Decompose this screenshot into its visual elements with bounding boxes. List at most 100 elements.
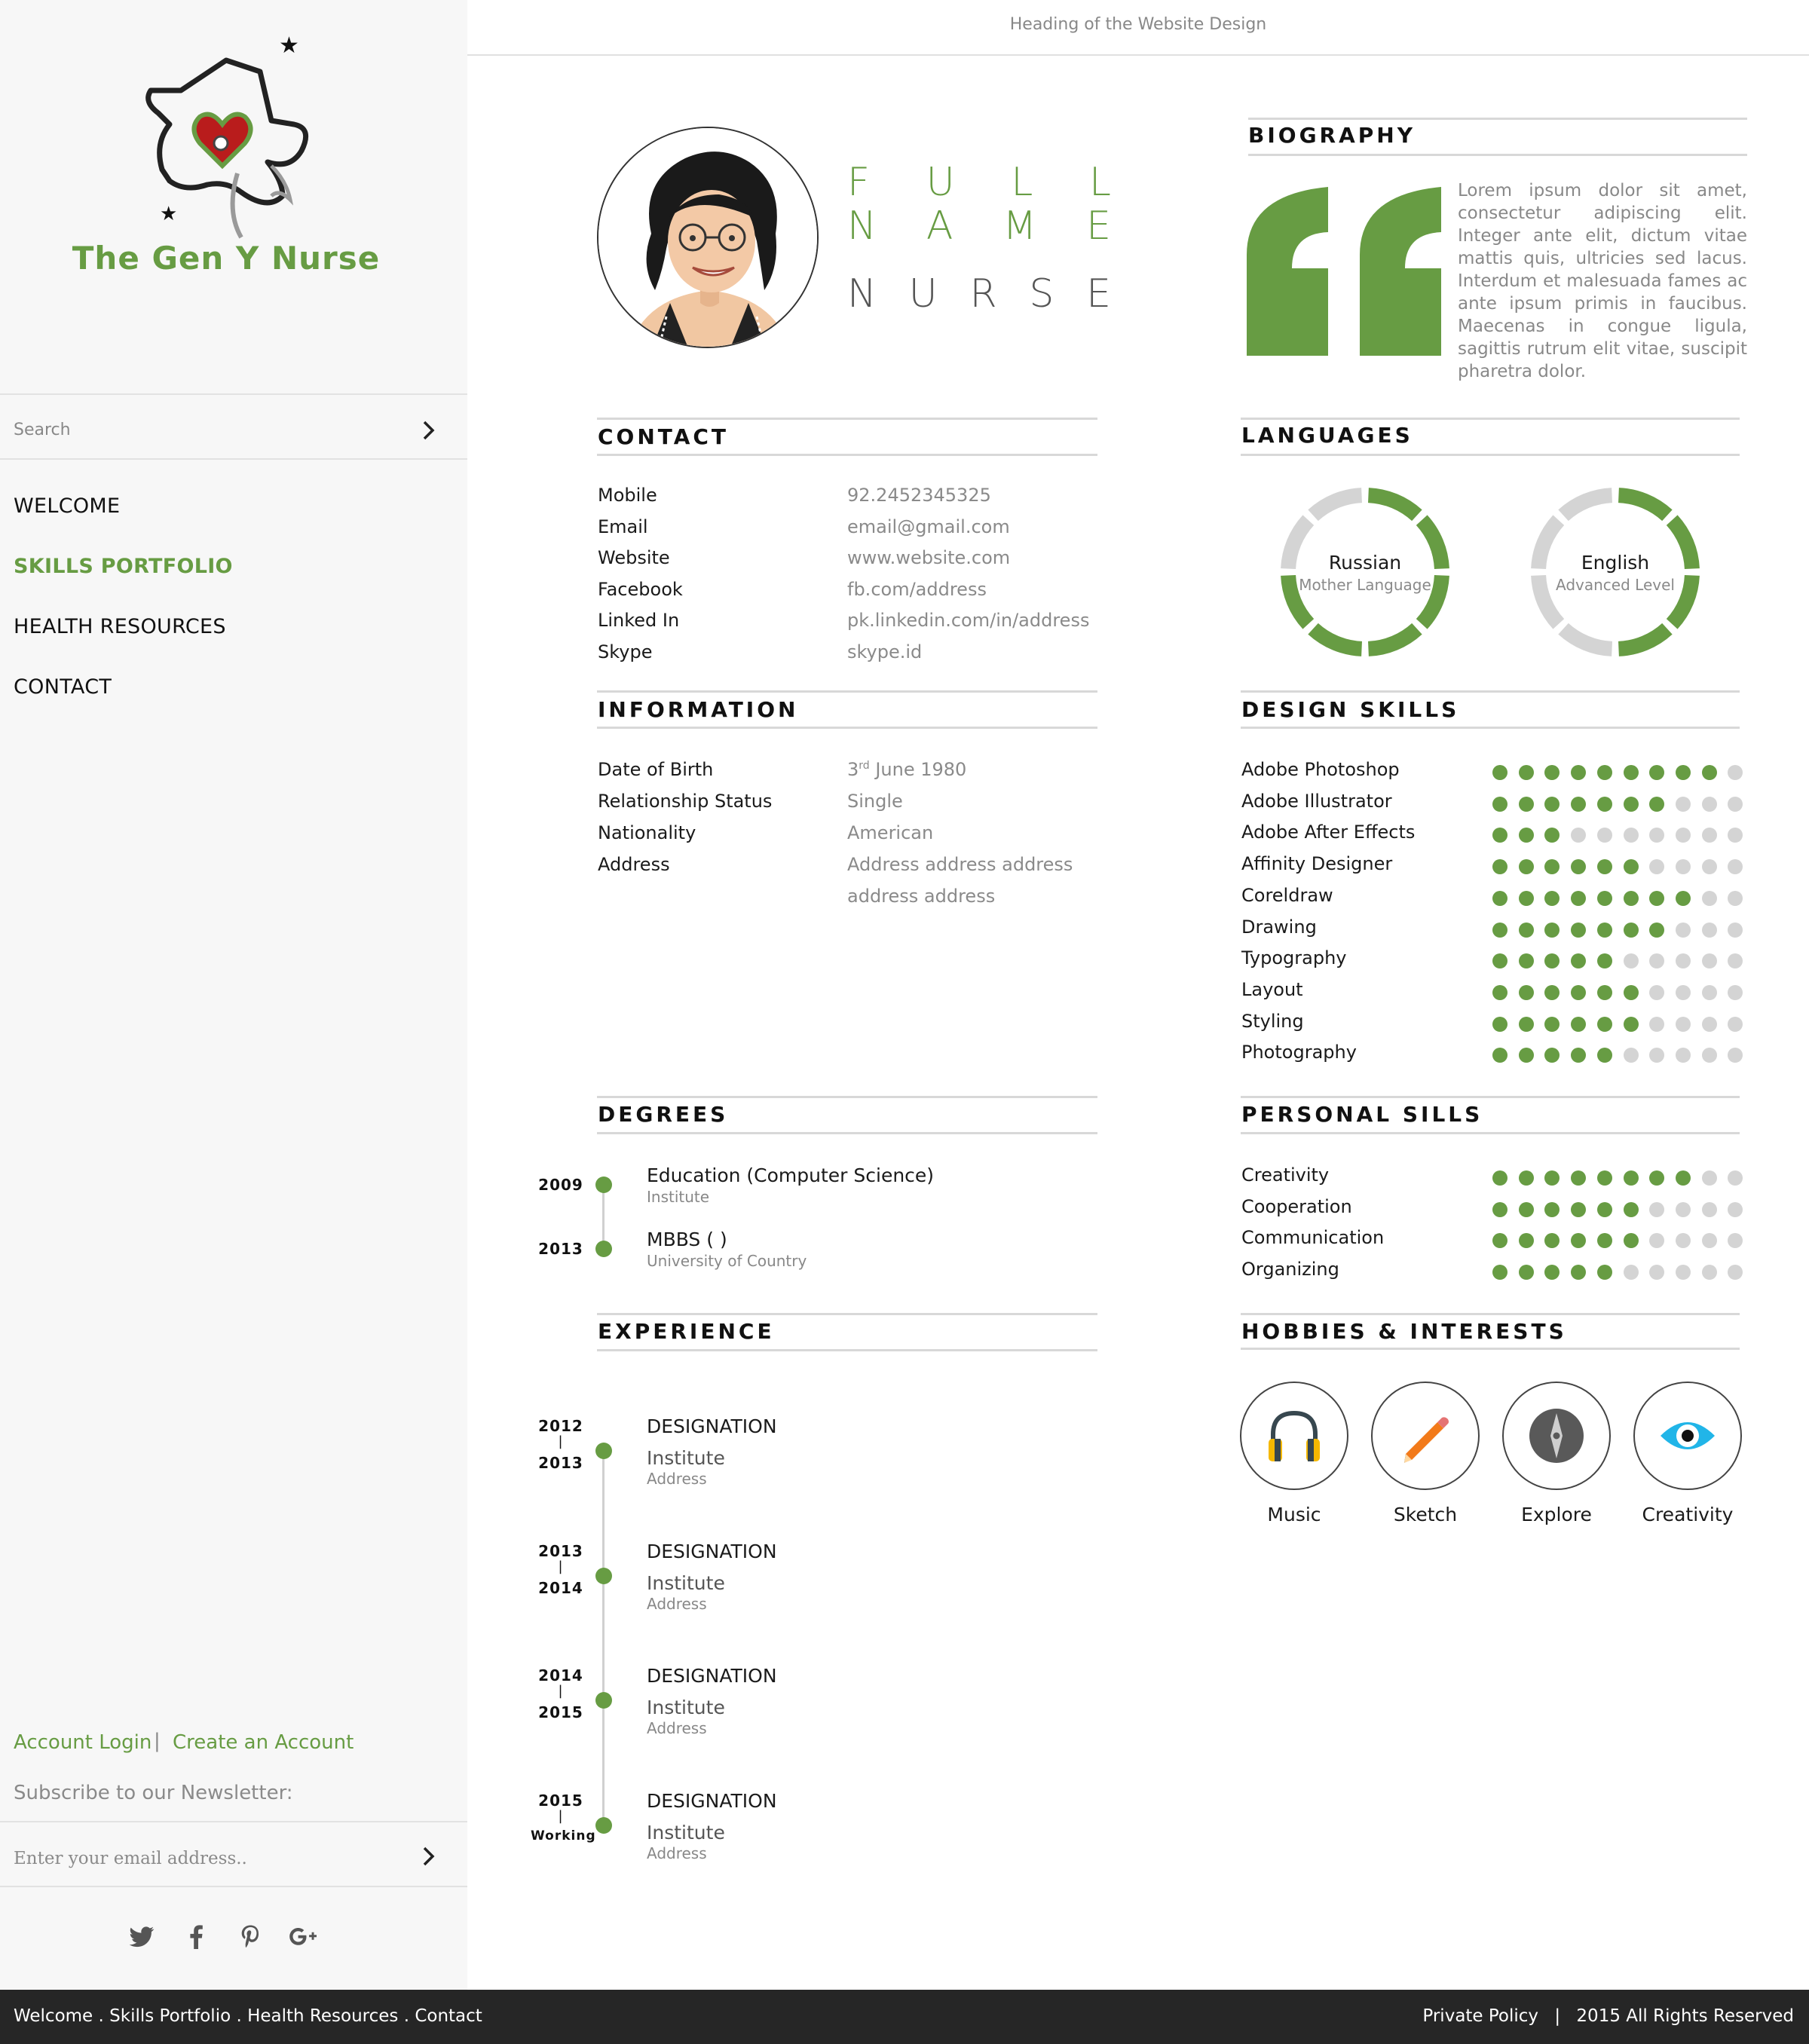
skill-name: Cooperation — [1241, 1195, 1352, 1217]
name-letter: A — [926, 203, 953, 249]
footer: Welcome . Skills Portfolio . Health Reso… — [0, 1990, 1809, 2044]
name-letter: U — [926, 160, 955, 205]
skill-dot — [1596, 1016, 1612, 1032]
skill-dot — [1518, 922, 1534, 938]
section-rule — [597, 1132, 1097, 1134]
stethoscope-heart-icon: ★ ★ — [145, 32, 309, 239]
skill-dot — [1544, 953, 1560, 969]
profile-avatar — [597, 127, 819, 348]
search-submit-chevron-icon[interactable] — [415, 416, 443, 445]
compass-icon[interactable] — [1502, 1382, 1611, 1490]
pinterest-icon[interactable] — [234, 1920, 267, 1954]
section-rule — [597, 454, 1097, 456]
footer-sep: . — [398, 2006, 415, 2026]
skill-dot — [1675, 953, 1691, 969]
account-login-link[interactable]: Account Login — [14, 1731, 152, 1754]
info-label: Relationship Status — [598, 791, 773, 812]
contact-value[interactable]: email@gmail.com — [847, 516, 1010, 537]
skill-name: Communication — [1241, 1227, 1385, 1249]
footer-sep: . — [231, 2006, 248, 2026]
skill-name: Photography — [1241, 1042, 1357, 1063]
eye-icon[interactable] — [1633, 1382, 1742, 1490]
experience-address: Address — [647, 1844, 707, 1862]
nav-item-contact[interactable]: CONTACT — [14, 675, 112, 699]
headphones-icon[interactable] — [1240, 1382, 1348, 1490]
skill-dot — [1701, 984, 1717, 1000]
skill-dot — [1571, 890, 1587, 906]
newsletter-email-input[interactable] — [14, 1837, 406, 1880]
search-input[interactable] — [14, 408, 406, 451]
experience-institute: Institute — [647, 1821, 725, 1844]
newsletter-submit-chevron-icon[interactable] — [415, 1842, 443, 1871]
skill-dot — [1728, 953, 1743, 969]
footer-links: Welcome . Skills Portfolio . Health Reso… — [14, 2006, 482, 2026]
facebook-icon[interactable] — [179, 1920, 213, 1954]
footer-link-health-resources[interactable]: Health Resources — [247, 2006, 398, 2026]
skill-dot — [1518, 828, 1534, 843]
nav-item-health-resources[interactable]: HEALTH RESOURCES — [14, 615, 226, 638]
skill-dot — [1518, 765, 1534, 780]
privacy-policy-link[interactable]: Private Policy — [1422, 2006, 1538, 2026]
degree-institution: University of Country — [647, 1252, 807, 1270]
timeline-dot — [595, 1177, 612, 1193]
contact-value[interactable]: pk.linkedin.com/in/address — [847, 610, 1089, 631]
skill-dot — [1649, 1201, 1665, 1217]
skill-dot — [1518, 890, 1534, 906]
timeline-line — [602, 1185, 605, 1249]
skill-dot — [1544, 1016, 1560, 1032]
role-letter: U — [908, 271, 938, 317]
skill-dot — [1571, 1201, 1587, 1217]
timeline-dot — [595, 1692, 612, 1709]
experience-designation: DESIGNATION — [647, 1415, 777, 1437]
hobby-label: Music — [1267, 1504, 1321, 1525]
section-rule — [1241, 1348, 1740, 1350]
skill-dot — [1623, 765, 1639, 780]
name-letter: F — [847, 160, 870, 205]
section-rule — [1241, 454, 1740, 456]
experience-institute: Institute — [647, 1697, 725, 1718]
footer-link-contact[interactable]: Contact — [415, 2006, 482, 2026]
hobby-label: Explore — [1521, 1504, 1592, 1525]
skill-dot — [1649, 1265, 1665, 1281]
contact-value[interactable]: skype.id — [847, 641, 922, 662]
skill-dot — [1571, 828, 1587, 843]
skill-dot — [1649, 859, 1665, 875]
twitter-icon[interactable] — [125, 1920, 158, 1954]
create-account-link[interactable]: Create an Account — [173, 1731, 354, 1754]
skill-name: Creativity — [1241, 1164, 1330, 1186]
experience-year-to: Working — [531, 1828, 596, 1844]
skill-dot — [1649, 890, 1665, 906]
section-rule — [1241, 690, 1740, 693]
skill-dot — [1596, 1048, 1612, 1063]
skill-dot — [1492, 922, 1508, 938]
nav-item-welcome[interactable]: WELCOME — [14, 494, 120, 518]
skill-dot — [1518, 953, 1534, 969]
section-rule — [597, 690, 1097, 693]
nav-item-skills-portfolio[interactable]: SKILLS PORTFOLIO — [14, 555, 233, 578]
footer-divider: | — [1554, 2006, 1561, 2026]
pencil-icon[interactable] — [1371, 1382, 1480, 1490]
section-rule — [1241, 1132, 1740, 1134]
footer-link-welcome[interactable]: Welcome — [14, 2006, 93, 2026]
skill-dot — [1623, 890, 1639, 906]
skill-dot — [1544, 1048, 1560, 1063]
skill-dot — [1728, 984, 1743, 1000]
skill-dot — [1623, 1233, 1639, 1249]
contact-value[interactable]: www.website.com — [847, 547, 1010, 568]
experience-year-from: 2013 — [538, 1541, 583, 1560]
google-plus-icon[interactable] — [286, 1920, 320, 1954]
degree-institution: Institute — [647, 1188, 710, 1206]
section-rule — [597, 1313, 1097, 1315]
contact-value[interactable]: fb.com/address — [847, 579, 987, 600]
ring-segment — [1558, 488, 1613, 522]
section-rule — [597, 727, 1097, 729]
footer-link-skills-portfolio[interactable]: Skills Portfolio — [109, 2006, 231, 2026]
skill-dot — [1596, 1170, 1612, 1186]
information-heading: INFORMATION — [598, 697, 799, 722]
degree-title: Education (Computer Science) — [647, 1164, 935, 1186]
design-skills-heading: DESIGN SKILLS — [1241, 697, 1460, 722]
experience-designation: DESIGNATION — [647, 1789, 777, 1812]
skill-dot — [1571, 796, 1587, 812]
contact-value[interactable]: 92.2452345325 — [847, 485, 991, 506]
degrees-heading: DEGREES — [598, 1102, 729, 1127]
